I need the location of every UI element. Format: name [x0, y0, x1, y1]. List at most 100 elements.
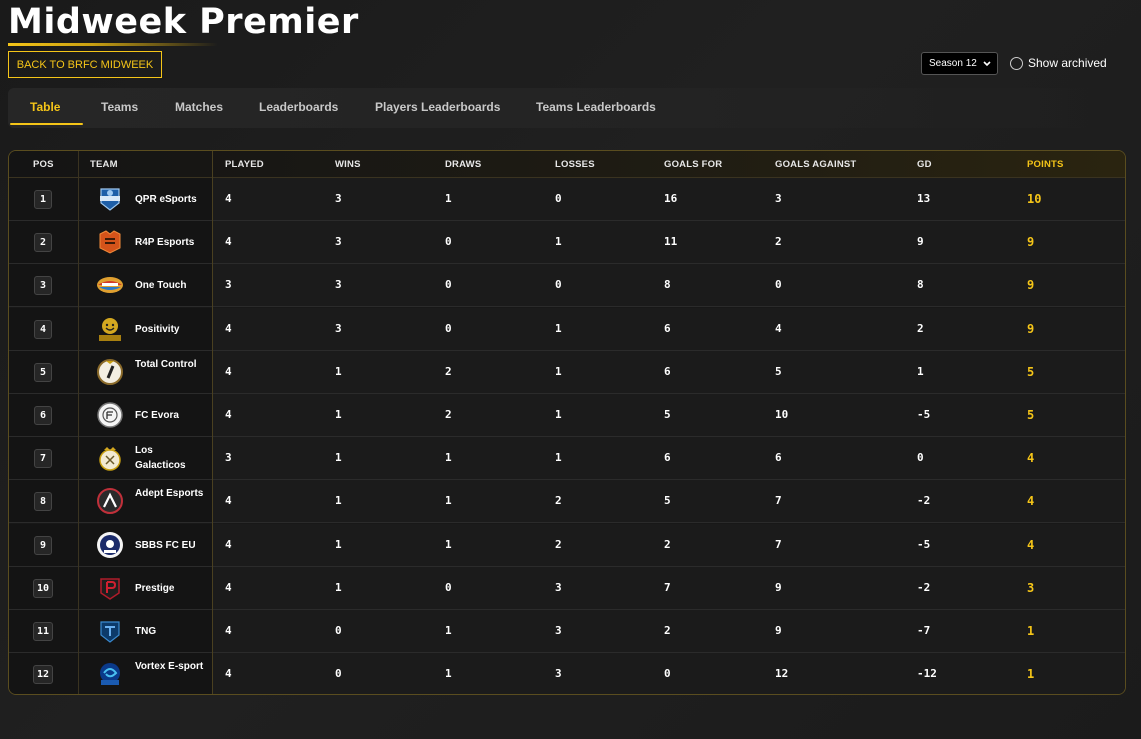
team-name-link[interactable]: Los Galacticos — [135, 443, 205, 473]
vortex-logo-icon[interactable] — [96, 660, 124, 688]
season-select-value: Season 12 — [929, 58, 977, 69]
draws-cell: 0 — [445, 580, 452, 594]
losses-cell: 0 — [555, 192, 562, 205]
wins-cell: 3 — [335, 235, 342, 249]
played-cell: 4 — [225, 364, 232, 378]
played-cell: 4 — [225, 321, 232, 335]
show-archived-radio[interactable] — [1010, 56, 1023, 70]
draws-cell: 1 — [445, 624, 452, 637]
team-name-link[interactable]: Positivity — [135, 322, 205, 337]
table-row[interactable]: 4 Positivity 4 3 0 1 6 4 2 9 — [9, 307, 1125, 351]
played-cell: 4 — [225, 624, 232, 637]
back-button[interactable]: BACK TO BRFC MIDWEEK — [8, 51, 162, 78]
team-name-link[interactable]: TNG — [135, 624, 205, 639]
position-badge: 11 — [33, 622, 53, 641]
wins-cell: 1 — [335, 494, 342, 508]
prestige-logo-icon[interactable] — [96, 574, 124, 602]
qpr-logo-icon[interactable] — [96, 185, 124, 213]
team-name-link[interactable]: Prestige — [135, 581, 205, 596]
draws-cell: 1 — [445, 667, 452, 681]
goals-against-cell: 6 — [775, 451, 782, 465]
goals-for-cell: 6 — [664, 321, 671, 335]
tab-matches[interactable]: Matches — [175, 88, 223, 126]
r4p-logo-icon[interactable] — [96, 228, 124, 256]
losses-cell: 1 — [555, 451, 562, 465]
header-team: TEAM — [90, 159, 118, 170]
tabs-bar: Table Teams Matches Leaderboards Players… — [8, 88, 1131, 128]
tab-teams[interactable]: Teams — [101, 88, 138, 126]
tab-teams-leaderboards[interactable]: Teams Leaderboards — [536, 88, 656, 126]
goals-against-cell: 3 — [775, 192, 782, 205]
one-touch-logo-icon[interactable] — [96, 271, 124, 299]
sbbs-logo-icon[interactable] — [96, 531, 124, 559]
losses-cell: 3 — [555, 667, 562, 681]
losses-cell: 2 — [555, 537, 562, 551]
losses-cell: 1 — [555, 321, 562, 335]
total-control-logo-icon[interactable] — [96, 358, 124, 386]
wins-cell: 1 — [335, 580, 342, 594]
position-badge: 10 — [33, 578, 53, 598]
adept-logo-icon[interactable] — [96, 487, 124, 515]
tab-table[interactable]: Table — [30, 88, 60, 126]
losses-cell: 0 — [555, 278, 562, 292]
los-galacticos-logo-icon[interactable] — [96, 444, 124, 472]
table-row[interactable]: 3 One Touch 3 3 0 0 8 0 8 9 — [9, 264, 1125, 308]
losses-cell: 1 — [555, 235, 562, 249]
table-row[interactable]: 11 TNG 4 0 1 3 2 9 -7 1 — [9, 610, 1125, 653]
goals-for-cell: 0 — [664, 667, 671, 681]
standings-table: POS TEAM PLAYED WINS DRAWS LOSSES GOALS … — [8, 150, 1126, 695]
team-name-link[interactable]: Total Control — [135, 357, 205, 372]
wins-cell: 0 — [335, 667, 342, 681]
draws-cell: 1 — [445, 537, 452, 551]
team-name-link[interactable]: Vortex E-sport — [135, 659, 205, 674]
season-select[interactable]: Season 12 — [921, 52, 998, 75]
table-row[interactable]: 1 QPR eSports 4 3 1 0 16 3 13 10 — [9, 178, 1125, 221]
header-wins: WINS — [335, 159, 361, 170]
wins-cell: 3 — [335, 321, 342, 335]
team-name-link[interactable]: R4P Esports — [135, 235, 205, 250]
goals-against-cell: 7 — [775, 494, 782, 508]
tng-logo-icon[interactable] — [96, 617, 124, 645]
tab-players-leaderboards[interactable]: Players Leaderboards — [375, 88, 500, 126]
losses-cell: 3 — [555, 580, 562, 594]
tab-leaderboards[interactable]: Leaderboards — [259, 88, 338, 126]
goals-against-cell: 10 — [775, 408, 789, 421]
show-archived-toggle[interactable]: Show archived — [1010, 56, 1107, 70]
table-row[interactable]: 2 R4P Esports 4 3 0 1 11 2 9 9 — [9, 221, 1125, 265]
goals-against-cell: 7 — [775, 537, 782, 551]
fc-evora-logo-icon[interactable] — [96, 401, 124, 429]
goals-for-cell: 7 — [664, 580, 671, 594]
team-name-link[interactable]: One Touch — [135, 278, 205, 293]
team-name-link[interactable]: FC Evora — [135, 408, 205, 423]
position-badge: 6 — [34, 406, 52, 425]
position-badge: 7 — [34, 449, 52, 469]
goal-difference-cell: -12 — [917, 667, 937, 681]
draws-cell: 0 — [445, 278, 452, 292]
points-cell: 10 — [1027, 192, 1042, 206]
positivity-logo-icon[interactable] — [96, 315, 124, 343]
header-gd: GD — [917, 159, 932, 170]
table-row[interactable]: 10 Prestige 4 1 0 3 7 9 -2 3 — [9, 566, 1125, 610]
chevron-down-icon — [983, 61, 991, 67]
team-name-link[interactable]: Adept Esports — [135, 486, 205, 501]
position-badge: 5 — [34, 362, 52, 382]
goals-for-cell: 2 — [664, 624, 671, 637]
team-name-link[interactable]: QPR eSports — [135, 192, 205, 207]
table-row[interactable]: 12 Vortex E-sport 4 0 1 3 0 12 -12 1 — [9, 653, 1125, 694]
table-row[interactable]: 5 Total Control 4 1 2 1 6 5 1 5 — [9, 350, 1125, 394]
played-cell: 4 — [225, 235, 232, 249]
table-row[interactable]: 6 FC Evora 4 1 2 1 5 10 -5 5 — [9, 394, 1125, 437]
table-row[interactable]: 9 SBBS FC EU 4 1 1 2 2 7 -5 4 — [9, 523, 1125, 567]
goal-difference-cell: -5 — [917, 537, 931, 551]
header-draws: DRAWS — [445, 159, 482, 170]
wins-cell: 3 — [335, 192, 342, 205]
header-losses: LOSSES — [555, 159, 595, 170]
played-cell: 3 — [225, 451, 232, 465]
goals-against-cell: 9 — [775, 624, 782, 637]
table-row[interactable]: 7 Los Galacticos 3 1 1 1 6 6 0 4 — [9, 437, 1125, 481]
position-badge: 8 — [34, 492, 52, 512]
team-name-link[interactable]: SBBS FC EU — [135, 538, 205, 553]
table-row[interactable]: 8 Adept Esports 4 1 1 2 5 7 -2 4 — [9, 480, 1125, 524]
goal-difference-cell: 1 — [917, 364, 924, 378]
wins-cell: 1 — [335, 408, 342, 421]
